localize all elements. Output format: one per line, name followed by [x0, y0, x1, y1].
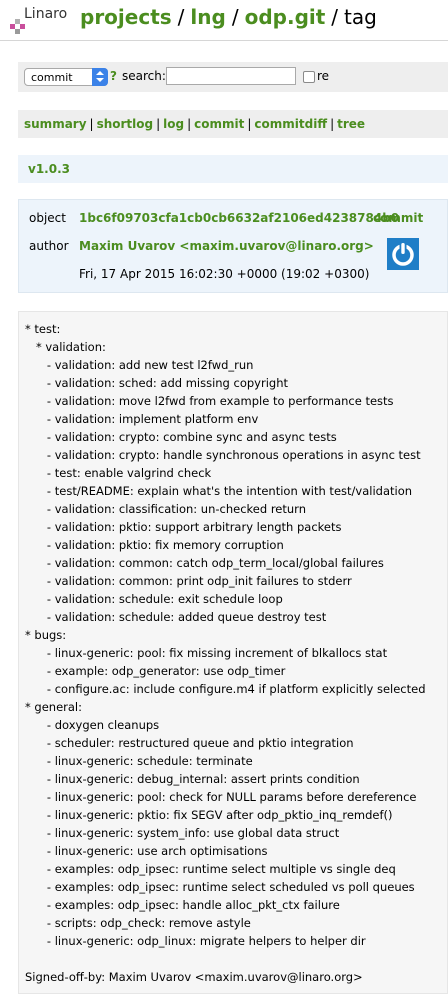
message-line: - validation: pktio: support arbitrary l…: [25, 520, 342, 534]
message-line: - scheduler: restructured queue and pkti…: [25, 736, 354, 750]
object-label: object: [29, 211, 66, 225]
search-type-select[interactable]: commit: [24, 68, 108, 86]
search-bar: commit ? search: re: [18, 62, 448, 92]
nav-separator: |: [247, 117, 252, 131]
page-header: Linaro projects / lng / odp.git / tag: [0, 0, 448, 41]
tag-date: Fri, 17 Apr 2015 16:02:30 +0000 (19:02 +…: [79, 267, 370, 281]
message-line: - example: odp_generator: use odp_timer: [25, 664, 286, 678]
nav-shortlog[interactable]: shortlog: [97, 117, 154, 131]
message-line: - examples: odp_ipsec: handle alloc_pkt_…: [25, 898, 340, 912]
message-line: - linux-generic: schedule: terminate: [25, 754, 253, 768]
message-line: - validation: schedule: exit schedule lo…: [25, 592, 283, 606]
message-line: - examples: odp_ipsec: runtime select sc…: [25, 880, 415, 894]
message-line: - linux-generic: pool: fix missing incre…: [25, 646, 388, 660]
message-line: - doxygen cleanups: [25, 718, 160, 732]
message-line: - validation: crypto: handle synchronous…: [25, 448, 421, 462]
message-line: * validation:: [25, 340, 106, 354]
object-sha-link[interactable]: 1bc6f09703cfa1cb0cb6632af2106ed4238784b0: [79, 211, 399, 225]
nav-tree[interactable]: tree: [337, 117, 365, 131]
page-nav: summary | shortlog | log | commit | commitdiff | t…: [18, 110, 448, 138]
breadcrumb: projects / lng / odp.git / tag: [80, 5, 377, 29]
breadcrumb-current: tag: [344, 5, 377, 29]
chevron-updown-icon: [92, 68, 108, 86]
message-line: - validation: classification: un-checked…: [25, 502, 306, 516]
message-line: - validation: crypto: combine sync and a…: [25, 430, 337, 444]
message-line: - examples: odp_ipsec: runtime select mu…: [25, 862, 396, 876]
message-line: - validation: pktio: fix memory corrupti…: [25, 538, 284, 552]
message-line: - validation: schedule: added queue dest…: [25, 610, 327, 624]
search-input[interactable]: [166, 67, 296, 85]
breadcrumb-separator: /: [331, 5, 339, 29]
power-icon: [392, 242, 414, 266]
message-signoff: Signed-off-by: Maxim Uvarov <maxim.uvaro…: [25, 970, 363, 984]
breadcrumb-separator: /: [177, 5, 185, 29]
logo-text: Linaro: [24, 6, 68, 22]
nav-separator: |: [89, 117, 94, 131]
search-label: search:: [122, 69, 166, 83]
message-line: - linux-generic: system_info: use global…: [25, 826, 340, 840]
message-line: - linux-generic: use arch optimisations: [25, 844, 268, 858]
message-line: - validation: common: print odp_init fai…: [25, 574, 352, 588]
breadcrumb-repo[interactable]: odp.git: [245, 5, 326, 29]
search-type-value: commit: [31, 71, 73, 84]
message-line: - validation: sched: add missing copyrig…: [25, 376, 289, 390]
linaro-logo[interactable]: Linaro: [6, 4, 68, 36]
message-line: * test:: [25, 322, 61, 336]
author-link[interactable]: Maxim Uvarov <maxim.uvarov@linaro.org>: [79, 239, 374, 253]
breadcrumb-lng[interactable]: lng: [190, 5, 225, 29]
nav-commit[interactable]: commit: [194, 117, 244, 131]
breadcrumb-projects[interactable]: projects: [80, 5, 172, 29]
breadcrumb-separator: /: [231, 5, 239, 29]
avatar: [387, 238, 419, 270]
tag-name-title[interactable]: v1.0.3: [18, 155, 448, 183]
nav-separator: |: [187, 117, 192, 131]
author-label: author: [29, 239, 69, 253]
message-line: - validation: move l2fwd from example to…: [25, 394, 394, 408]
message-line: - validation: implement platform env: [25, 412, 259, 426]
message-line: - linux-generic: debug_internal: assert …: [25, 772, 360, 786]
regex-checkbox[interactable]: [303, 71, 315, 83]
object-commit-link[interactable]: commit: [373, 211, 423, 225]
message-line: - test/README: explain what's the intent…: [25, 484, 413, 498]
search-help-link[interactable]: ?: [110, 69, 117, 83]
message-line: - validation: add new test l2fwd_run: [25, 358, 254, 372]
message-line: - scripts: odp_check: remove astyle: [25, 916, 251, 930]
nav-log[interactable]: log: [163, 117, 184, 131]
message-line: - linux-generic: odp_linux: migrate help…: [25, 934, 366, 948]
message-line: - configure.ac: include configure.m4 if …: [25, 682, 426, 696]
regex-label: re: [317, 69, 330, 83]
message-line: - validation: common: catch odp_term_loc…: [25, 556, 384, 570]
tag-object-box: object 1bc6f09703cfa1cb0cb6632af2106ed42…: [18, 199, 448, 293]
nav-commitdiff[interactable]: commitdiff: [254, 117, 327, 131]
message-line: - linux-generic: pktio: fix SEGV after o…: [25, 808, 393, 822]
message-line: [25, 950, 447, 968]
message-line: * bugs:: [25, 628, 67, 642]
message-line: - linux-generic: pool: check for NULL pa…: [25, 790, 417, 804]
nav-separator: |: [330, 117, 335, 131]
nav-separator: |: [156, 117, 161, 131]
nav-summary[interactable]: summary: [24, 117, 87, 131]
message-line: - test: enable valgrind check: [25, 466, 212, 480]
message-line: * general:: [25, 700, 82, 714]
tag-message: * test: * validation: - validation: add …: [18, 311, 448, 994]
